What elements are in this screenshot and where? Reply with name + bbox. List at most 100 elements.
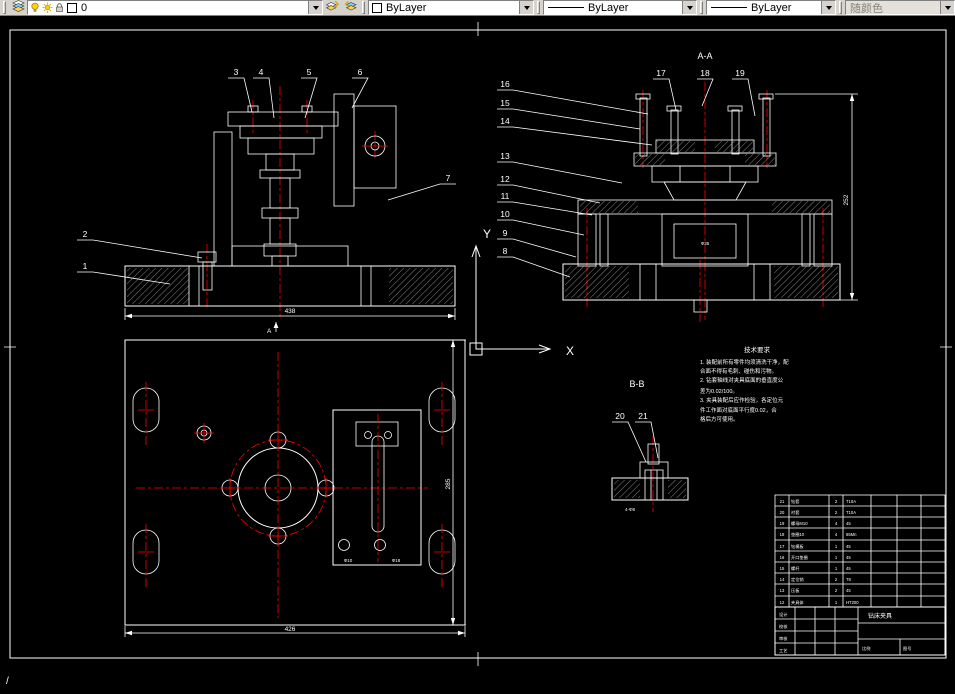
bom-cell: 45 xyxy=(846,588,851,593)
toolbar-drag-handle[interactable] xyxy=(3,1,6,14)
callout-9: 9 xyxy=(503,228,508,238)
plan-view[interactable]: Φ10 Φ18 285 426 xyxy=(124,339,466,637)
callout-16: 16 xyxy=(500,79,510,89)
notes-line: 合面不得有毛刺、碰伤和污物。 xyxy=(700,367,777,375)
bom-cell: 2 xyxy=(835,499,838,504)
bom-cell: 21 xyxy=(780,499,785,504)
bom-cell: 45 xyxy=(846,521,851,526)
notes-line: 格后方可使用。 xyxy=(700,415,739,423)
layer-previous-icon xyxy=(344,0,357,17)
properties-toolbar: 0 ByLayer ByLayer ByLayer 随颜色 xyxy=(0,0,955,16)
bom-cell: 2 xyxy=(835,577,838,582)
section-bb-view[interactable]: B-B 20 21 4-Φ8 xyxy=(611,379,689,512)
layer-freeze-icon[interactable] xyxy=(42,2,53,13)
color-swatch-icon xyxy=(372,2,382,13)
section-aa-label: A-A xyxy=(697,51,712,61)
linetype-dropdown-arrow-icon[interactable] xyxy=(682,1,696,14)
toolbar-drag-handle[interactable] xyxy=(700,1,703,14)
section-aa-view[interactable]: A-A 16 15 14 13 12 11 10 9 8 17 18 19 Φ3… xyxy=(497,51,858,322)
toolbar-drag-handle[interactable] xyxy=(839,1,842,14)
plot-style-dropdown-arrow-icon xyxy=(940,1,954,14)
layer-properties-button[interactable] xyxy=(9,0,27,15)
bom-cell: 开口垫圈 xyxy=(791,554,808,561)
titleblock-field: 设计 xyxy=(779,611,787,618)
toolbar-drag-handle[interactable] xyxy=(537,1,540,14)
layer-name: 0 xyxy=(81,1,88,14)
drawing-canvas[interactable]: 3 4 5 6 7 2 1 438 A A-A 16 15 14 13 12 1… xyxy=(0,16,955,689)
callout-5: 5 xyxy=(307,67,312,77)
callout-21: 21 xyxy=(638,411,648,421)
bom-cell: T10A xyxy=(846,499,856,504)
linetype-value: ByLayer xyxy=(588,1,629,14)
make-object-layer-current-button[interactable] xyxy=(323,0,341,17)
lineweight-combo[interactable]: ByLayer xyxy=(706,0,836,15)
bom-cell: T10A xyxy=(846,510,856,515)
callout-12: 12 xyxy=(500,174,510,184)
callout-19: 19 xyxy=(735,68,745,78)
front-view[interactable]: 3 4 5 6 7 2 1 438 A xyxy=(77,67,456,335)
toolbar-drag-handle[interactable] xyxy=(362,1,365,14)
dim-front-width: 438 xyxy=(285,308,296,315)
notes-title: 技术要求 xyxy=(744,345,771,354)
linetype-combo[interactable]: ByLayer xyxy=(543,0,697,15)
notes-line: 件工作面对底面平行度0.02，合 xyxy=(700,406,777,414)
dim-center-bore: Φ35 xyxy=(701,241,710,246)
dim-plan-hole-2: Φ18 xyxy=(392,558,401,563)
section-bb-label: B-B xyxy=(629,379,644,389)
titleblock-scale-label: 比例 xyxy=(862,645,870,652)
callout-13: 13 xyxy=(500,151,510,161)
bom-table: 21 钻套 2 T10A 20 衬套 2 T10A 19 螺母M10 4 45 18 垫圈10 4 65… xyxy=(774,494,946,608)
ucs-y-label: Y xyxy=(483,227,491,241)
callout-2: 2 xyxy=(83,229,88,239)
titleblock-sheet-label: 图号 xyxy=(903,646,911,652)
callout-10: 10 xyxy=(500,209,510,219)
layer-dropdown-arrow-icon[interactable] xyxy=(308,1,322,14)
plot-style-combo: 随颜色 xyxy=(845,0,955,15)
bom-cell: 4 xyxy=(835,521,838,526)
dim-plan-hole-1: Φ10 xyxy=(344,558,353,563)
bom-cell: 夹具体 xyxy=(791,599,804,606)
titleblock-field: 工艺 xyxy=(779,648,787,653)
datum-a-label: A xyxy=(267,328,272,335)
bom-cell: 衬套 xyxy=(791,509,800,516)
color-dropdown-arrow-icon[interactable] xyxy=(519,1,533,14)
lineweight-sample-icon xyxy=(711,7,747,8)
callout-8: 8 xyxy=(503,246,508,256)
callout-1: 1 xyxy=(83,261,88,271)
bom-cell: 12 xyxy=(780,600,785,605)
notes-line: 1. 装配前所有零件均须清洗干净，配 xyxy=(700,358,789,366)
bom-cell: 19 xyxy=(780,521,785,526)
bom-cell: 垫圈10 xyxy=(791,531,805,538)
layer-on-icon[interactable] xyxy=(30,2,40,13)
cad-drawing[interactable]: 3 4 5 6 7 2 1 438 A A-A 16 15 14 13 12 1… xyxy=(0,16,955,689)
bom-cell: 螺杆 xyxy=(791,565,800,572)
ucs-x-label: X xyxy=(566,344,574,358)
bom-cell: 45 xyxy=(846,566,851,571)
bom-cell: 17 xyxy=(780,544,785,549)
bom-cell: T8 xyxy=(846,577,852,582)
bom-cell: 钻模板 xyxy=(791,543,804,550)
dim-bb-note: 4-Φ8 xyxy=(625,507,636,512)
notes-line: 2. 钻套轴线对夹具底面的垂直度公 xyxy=(700,376,784,384)
callout-18: 18 xyxy=(700,68,710,78)
bom-cell: 45 xyxy=(846,544,851,549)
bom-cell: 钻套 xyxy=(791,498,800,505)
layer-combo[interactable]: 0 xyxy=(27,0,323,15)
title-block: 设计 校核 审核 工艺 比例 图号 钻床夹具 xyxy=(774,606,946,656)
bom-cell: 压板 xyxy=(791,587,800,594)
dim-section-height: 252 xyxy=(843,194,850,205)
lineweight-value: ByLayer xyxy=(751,1,792,14)
callout-3: 3 xyxy=(234,67,239,77)
layer-previous-button[interactable] xyxy=(341,0,359,17)
make-object-layer-current-icon xyxy=(325,0,339,17)
ucs-icon: Y X xyxy=(469,227,574,358)
bom-cell: 16 xyxy=(780,555,785,560)
dim-plan-height: 285 xyxy=(445,478,452,489)
callout-11: 11 xyxy=(501,191,510,201)
callout-15: 15 xyxy=(500,98,510,108)
bom-cell: 1 xyxy=(835,555,838,560)
titleblock-title: 钻床夹具 xyxy=(868,612,892,620)
lineweight-dropdown-arrow-icon[interactable] xyxy=(821,1,835,14)
layer-lock-icon[interactable] xyxy=(55,2,64,13)
color-combo[interactable]: ByLayer xyxy=(368,0,534,15)
